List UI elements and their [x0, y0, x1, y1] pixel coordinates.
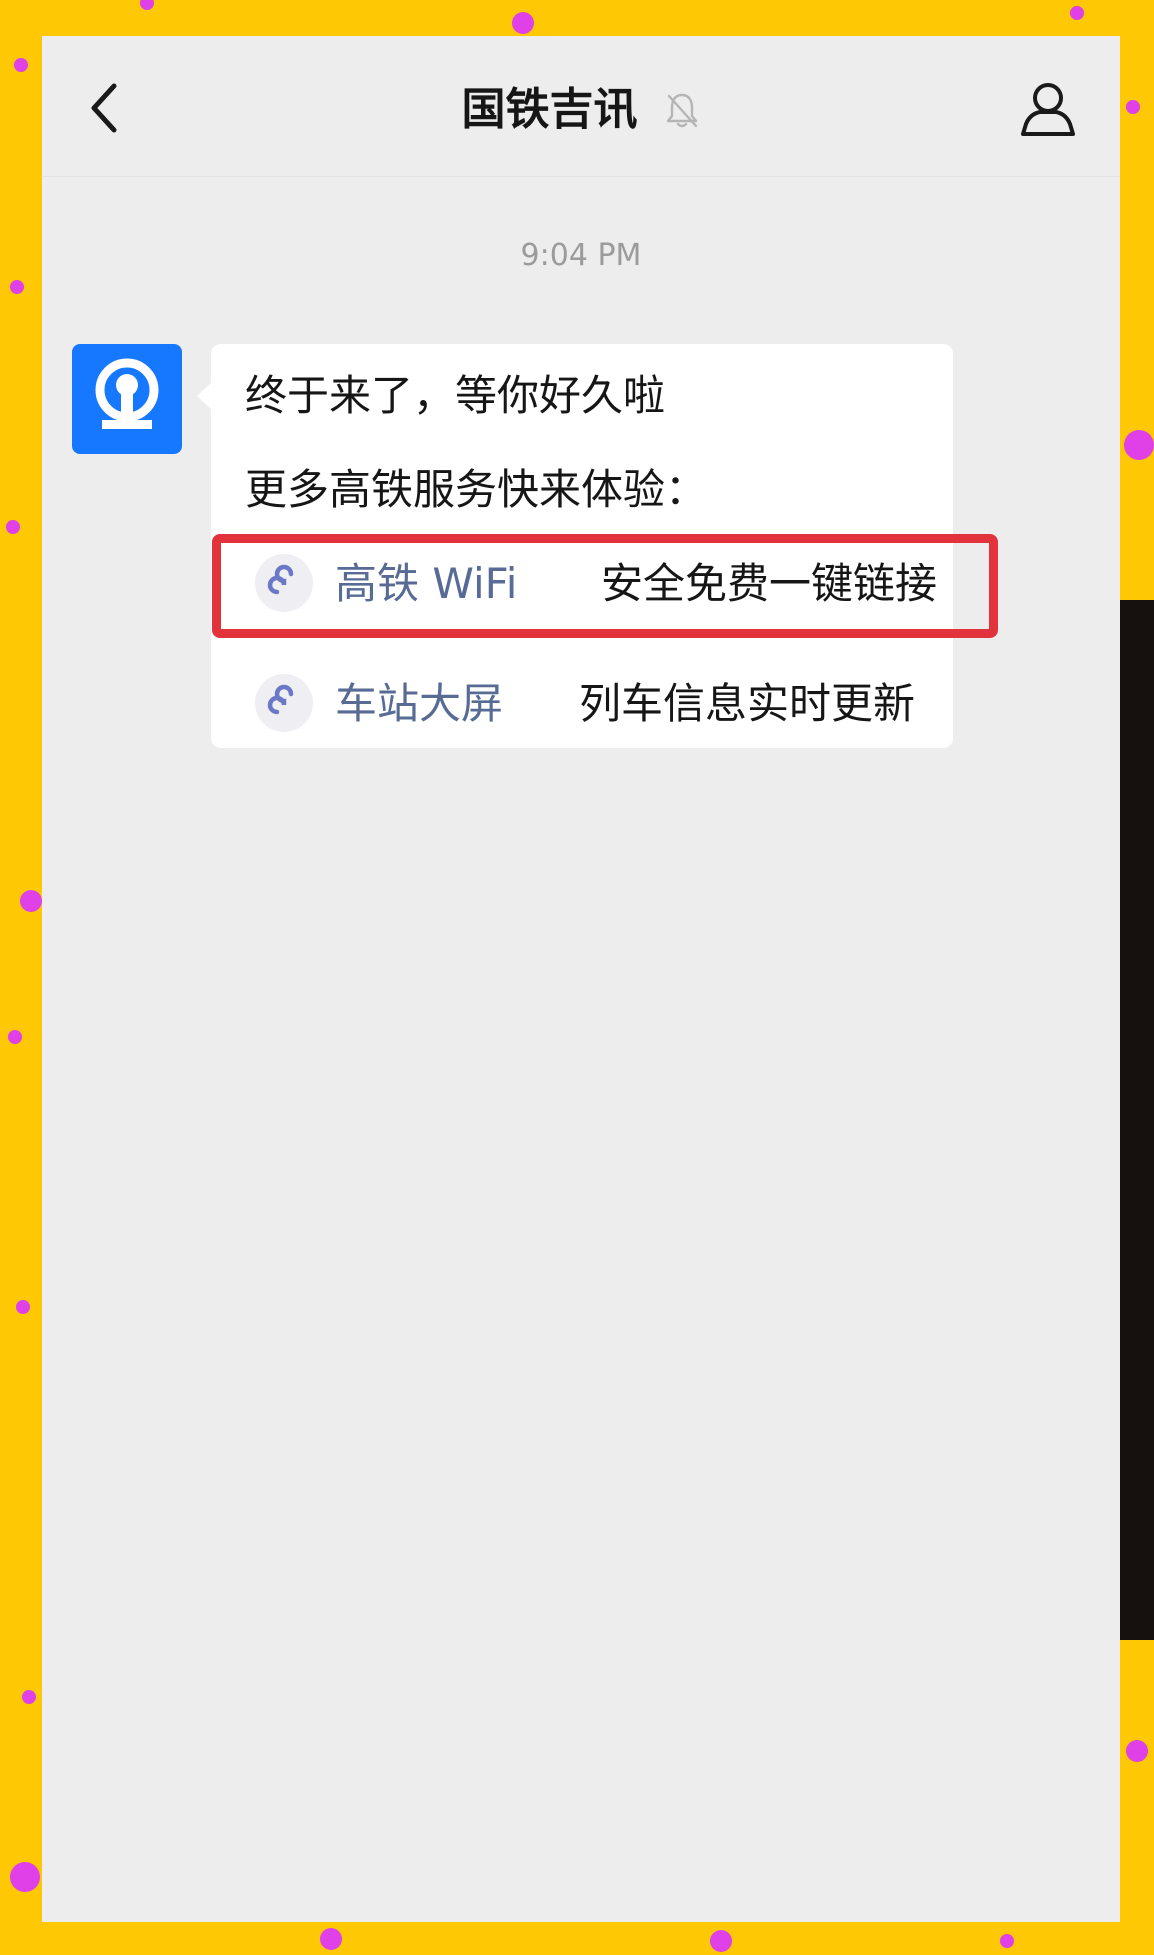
message-intro: 更多高铁服务快来体验： [245, 465, 708, 514]
message-greeting: 终于来了，等你好久啦 [245, 371, 666, 420]
link-description: 列车信息实时更新 [579, 679, 916, 728]
message-timestamp: 9:04 PM [520, 238, 642, 273]
decor-dot [1126, 1740, 1148, 1762]
decor-dot [710, 1930, 732, 1952]
decor-dot [1124, 430, 1154, 460]
decor-dot [10, 1862, 40, 1892]
decor-dot [1000, 1934, 1014, 1948]
decor-dot [8, 1030, 22, 1044]
decor-dot [6, 520, 20, 534]
highlight-annotation [212, 534, 998, 638]
decor-dot [512, 12, 534, 34]
decor-dot [140, 0, 154, 10]
mini-program-icon [255, 674, 313, 732]
decor-dot [14, 58, 28, 72]
chat-profile-button[interactable] [1016, 76, 1080, 140]
bell-off-icon [666, 93, 697, 128]
title-area: 国铁吉讯 [42, 80, 1120, 140]
decor-dot [22, 1690, 36, 1704]
chat-screen: 国铁吉讯 9:04 PM 终于来了，等你好久啦 更多高铁服务快来体验： 高铁 W… [42, 36, 1120, 1922]
decor-dot [16, 1300, 30, 1314]
link-name[interactable]: 车站大屏 [335, 672, 503, 736]
bubble-tail [197, 382, 212, 410]
china-railway-logo-icon [95, 358, 159, 429]
person-icon [1021, 83, 1075, 136]
navigation-bar: 国铁吉讯 [42, 36, 1120, 177]
background-photo-strip [1118, 600, 1154, 1640]
decor-dot [1070, 6, 1084, 20]
sender-avatar[interactable] [72, 344, 182, 454]
decor-dot [320, 1928, 342, 1950]
decor-dot [10, 280, 24, 294]
decor-dot [1126, 100, 1140, 114]
chat-title: 国铁吉讯 [461, 84, 638, 135]
decor-dot [20, 890, 42, 912]
